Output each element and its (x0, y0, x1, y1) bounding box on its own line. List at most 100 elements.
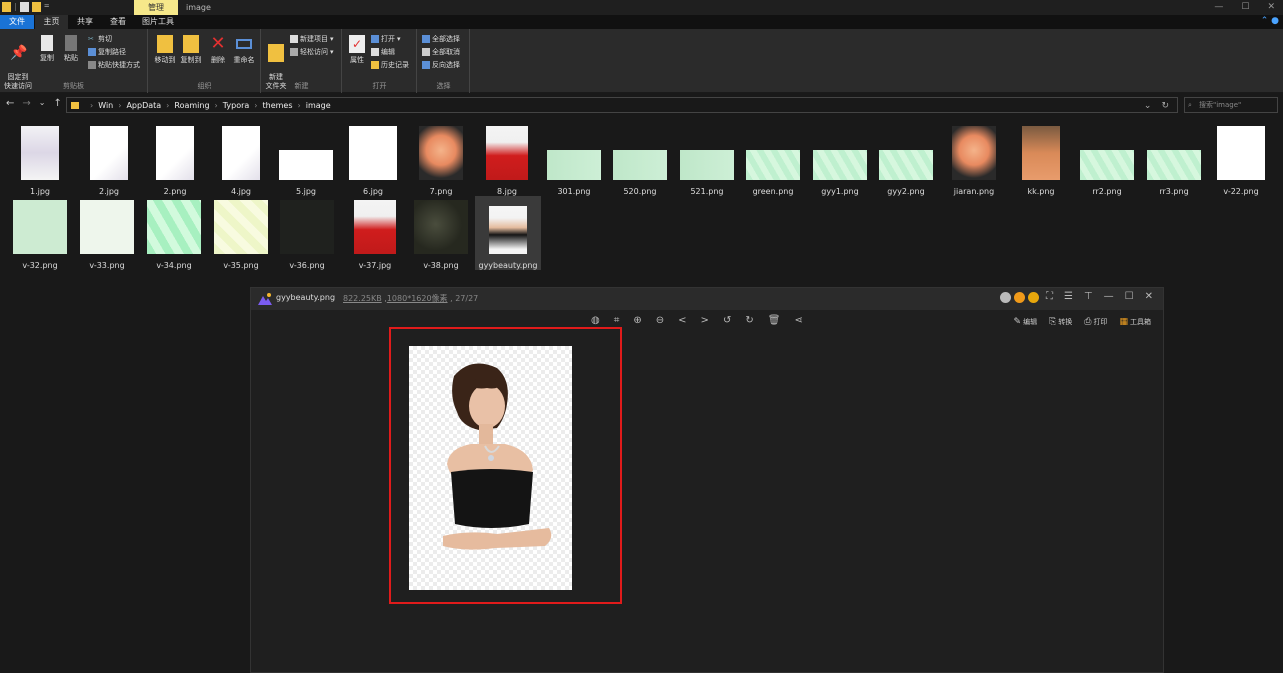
recent-chevron-icon[interactable]: ⌄ (39, 98, 46, 109)
rotate-left-icon[interactable]: ↺ (723, 315, 731, 326)
help-icon[interactable]: ⌃ ● (1261, 16, 1279, 26)
open-button[interactable]: 打开 ▾ (371, 34, 401, 44)
edit-button[interactable]: 编辑 (371, 47, 395, 57)
search-input[interactable]: ⌕ 搜索"image" (1184, 97, 1278, 113)
file-item[interactable]: 521.png (674, 122, 740, 196)
next-icon[interactable]: > (701, 315, 709, 326)
properties-button[interactable]: ✓ 属性 (345, 35, 369, 65)
zoom-out-icon[interactable]: ⊖ (656, 315, 664, 326)
tab-manage[interactable]: 管理 (134, 0, 178, 15)
file-item[interactable]: 2.jpg (76, 122, 142, 196)
properties-icon[interactable] (19, 2, 29, 12)
file-item[interactable]: 4.jpg (208, 122, 274, 196)
invert-selection-button[interactable]: 反向选择 (422, 60, 460, 70)
file-item[interactable]: kk.png (1008, 122, 1074, 196)
rename-button[interactable]: 重命名 (231, 35, 257, 65)
new-folder-icon[interactable] (31, 2, 41, 12)
viewer-actions: ✎ 编辑 ⎘ 转换 ⎙ 打印 ▦ 工具箱 (1014, 317, 1151, 327)
menu-icon[interactable]: ☰ (1064, 291, 1073, 302)
tab-view[interactable]: 查看 (103, 15, 133, 29)
breadcrumb-image[interactable]: image (306, 101, 331, 110)
forward-arrow-icon[interactable]: → (22, 98, 30, 109)
viewer-file-size[interactable]: 822.25KB (343, 294, 382, 303)
file-item[interactable]: v-35.png (208, 196, 274, 270)
up-arrow-icon[interactable]: ↑ (53, 98, 61, 109)
fit-window-icon[interactable]: ⌗ (614, 315, 620, 326)
select-all-button[interactable]: 全部选择 (422, 34, 460, 44)
file-item[interactable]: 301.png (541, 122, 607, 196)
edit-action[interactable]: ✎ 编辑 (1014, 317, 1038, 327)
coin-icon[interactable] (1028, 292, 1039, 303)
file-item[interactable]: v-37.jpg (342, 196, 408, 270)
customize-chevron-icon[interactable]: = (44, 2, 50, 12)
file-name: 6.jpg (362, 187, 383, 196)
file-item[interactable]: rr3.png (1141, 122, 1207, 196)
file-item[interactable]: v-22.png (1208, 122, 1274, 196)
viewer-dimensions[interactable]: 1080*1620像素 (387, 294, 448, 303)
file-item[interactable]: 6.jpg (340, 122, 406, 196)
mouse-mode-icon[interactable]: ◍ (591, 315, 600, 326)
vip-icon[interactable] (1014, 292, 1025, 303)
viewer-maximize-button[interactable]: ☐ (1125, 291, 1134, 302)
address-bar[interactable]: › Win › AppData › Roaming › Typora › the… (66, 97, 1178, 113)
easy-access-button[interactable]: 轻松访问 ▾ (290, 47, 334, 57)
delete-button[interactable]: ✕ 删除 (206, 35, 230, 65)
breadcrumb-themes[interactable]: themes (263, 101, 293, 110)
file-item[interactable]: v-36.png (274, 196, 340, 270)
share-icon[interactable]: ⋖ (794, 315, 802, 326)
file-item[interactable]: v-34.png (141, 196, 207, 270)
convert-action[interactable]: ⎘ 转换 (1049, 317, 1072, 327)
file-item[interactable]: gyy1.png (807, 122, 873, 196)
toolbox-action[interactable]: ▦ 工具箱 (1119, 317, 1151, 327)
address-dropdown-icon[interactable]: ⌄ (1144, 101, 1152, 111)
close-button[interactable]: ✕ (1267, 0, 1275, 14)
zoom-in-icon[interactable]: ⊕ (633, 315, 641, 326)
select-none-button[interactable]: 全部取消 (422, 47, 460, 57)
tab-share[interactable]: 共享 (70, 15, 100, 29)
breadcrumb-appdata[interactable]: AppData (126, 101, 161, 110)
viewer-minimize-button[interactable]: — (1104, 291, 1114, 302)
avatar-icon[interactable] (1000, 292, 1011, 303)
tab-home[interactable]: 主页 (35, 15, 68, 29)
file-item[interactable]: 7.png (408, 122, 474, 196)
file-item[interactable]: 8.jpg (474, 122, 540, 196)
trash-icon[interactable]: 🗑 (768, 315, 781, 326)
file-item[interactable]: 2.png (142, 122, 208, 196)
cut-button[interactable]: ✂ 剪切 (88, 34, 112, 44)
tab-picture-tools[interactable]: 图片工具 (136, 15, 180, 29)
copy-button[interactable]: 复制 (36, 35, 58, 63)
rotate-right-icon[interactable]: ↻ (745, 315, 753, 326)
copy-to-button[interactable]: 复制到 (178, 35, 204, 65)
breadcrumb-win[interactable]: Win (98, 101, 113, 110)
tab-file[interactable]: 文件 (0, 15, 34, 29)
previous-icon[interactable]: < (678, 315, 686, 326)
file-item[interactable]: v-32.png (7, 196, 73, 270)
paste-shortcut-button[interactable]: 粘贴快捷方式 (88, 60, 140, 70)
history-button[interactable]: 历史记录 (371, 60, 409, 70)
file-item[interactable]: 5.jpg (273, 122, 339, 196)
breadcrumb-roaming[interactable]: Roaming (174, 101, 209, 110)
move-to-button[interactable]: 移动到 (152, 35, 178, 65)
file-item[interactable]: jiaran.png (941, 122, 1007, 196)
back-arrow-icon[interactable]: ← (6, 98, 14, 109)
viewer-close-button[interactable]: ✕ (1145, 291, 1153, 302)
folder-icon[interactable] (2, 2, 11, 12)
file-item[interactable]: green.png (740, 122, 806, 196)
file-item[interactable]: v-38.png (408, 196, 474, 270)
file-item[interactable]: 520.png (607, 122, 673, 196)
fullscreen-icon[interactable]: ⛶ (1046, 291, 1053, 302)
pin-top-icon[interactable]: ⊤ (1084, 291, 1093, 302)
file-item[interactable]: v-33.png (74, 196, 140, 270)
copy-path-button[interactable]: 复制路径 (88, 47, 126, 57)
refresh-icon[interactable]: ↻ (1161, 101, 1169, 111)
file-item[interactable]: rr2.png (1074, 122, 1140, 196)
file-item[interactable]: 1.jpg (7, 122, 73, 196)
maximize-button[interactable]: ☐ (1241, 0, 1249, 14)
print-action[interactable]: ⎙ 打印 (1084, 317, 1107, 327)
minimize-button[interactable]: — (1214, 0, 1223, 14)
file-item[interactable]: gyybeauty.png (475, 196, 541, 270)
file-item[interactable]: gyy2.png (873, 122, 939, 196)
breadcrumb-typora[interactable]: Typora (223, 101, 250, 110)
new-item-button[interactable]: 新建项目 ▾ (290, 34, 334, 44)
paste-button[interactable]: 粘贴 (60, 35, 82, 63)
